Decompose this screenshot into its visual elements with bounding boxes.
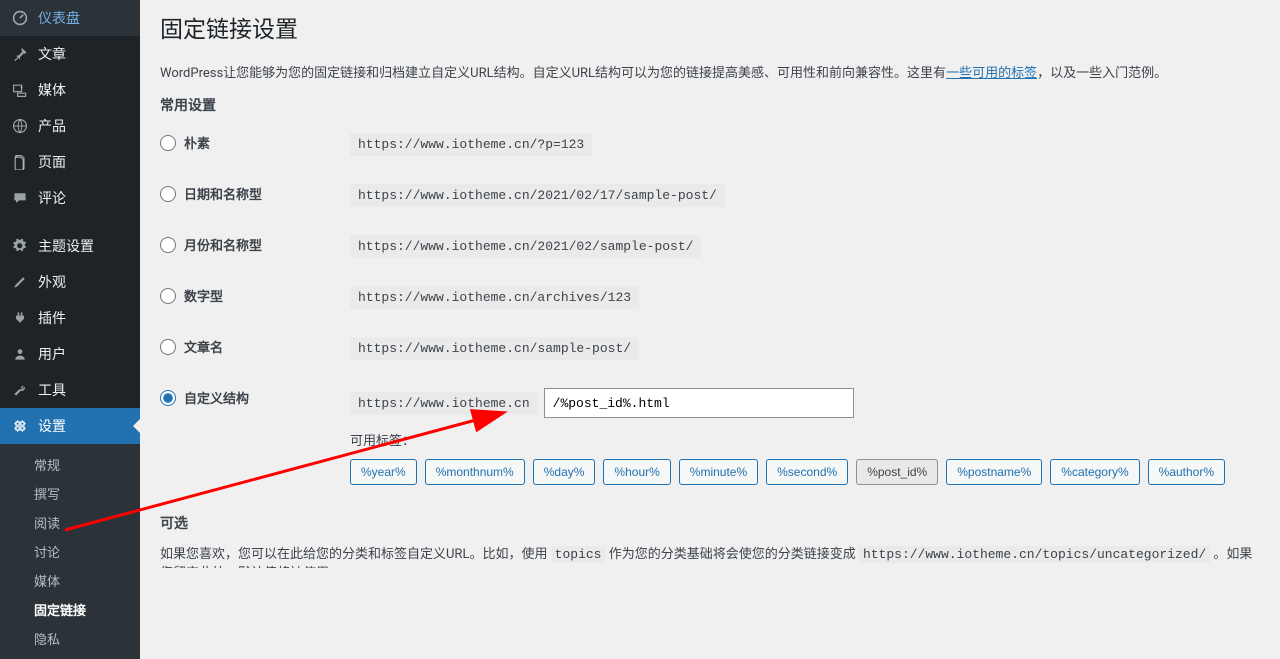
brush-icon [10, 272, 30, 292]
menu-theme-settings[interactable]: 主题设置 [0, 228, 140, 264]
tag-buttons-row: %year% %monthnum% %day% %hour% %minute% … [350, 459, 1225, 485]
example-url: https://www.iotheme.cn/sample-post/ [350, 337, 639, 360]
menu-label: 产品 [38, 116, 66, 136]
pin-icon [10, 44, 30, 64]
tag-postid-button[interactable]: %post_id% [856, 459, 938, 485]
user-icon [10, 344, 30, 364]
menu-label: 页面 [38, 152, 66, 172]
common-settings-header: 常用设置 [160, 95, 1260, 115]
radio-postname[interactable] [160, 339, 176, 355]
menu-plugins[interactable]: 插件 [0, 300, 140, 336]
code-snippet: topics [551, 546, 606, 563]
radio-custom[interactable] [160, 390, 176, 406]
tag-day-button[interactable]: %day% [533, 459, 596, 485]
menu-appearance[interactable]: 外观 [0, 264, 140, 300]
option-monthname-row: 月份和名称型 https://www.iotheme.cn/2021/02/sa… [160, 235, 1260, 258]
desc-text: WordPress让您能够为您的固定链接和归档建立自定义URL结构。自定义URL… [160, 66, 946, 81]
menu-label: 仪表盘 [38, 8, 80, 28]
page-title: 固定链接设置 [160, 0, 1260, 54]
option-label: 日期和名称型 [184, 184, 262, 203]
submenu-writing[interactable]: 撰写 [0, 479, 140, 508]
media-icon [10, 80, 30, 100]
option-plain-row: 朴素 https://www.iotheme.cn/?p=123 [160, 133, 1260, 156]
comment-icon [10, 188, 30, 208]
menu-media[interactable]: 媒体 [0, 72, 140, 108]
menu-pages[interactable]: 页面 [0, 144, 140, 180]
menu-label: 文章 [38, 44, 66, 64]
option-dayname-row: 日期和名称型 https://www.iotheme.cn/2021/02/17… [160, 184, 1260, 207]
settings-icon [10, 416, 30, 436]
page-icon [10, 152, 30, 172]
submenu-reading[interactable]: 阅读 [0, 508, 140, 537]
tag-postname-button[interactable]: %postname% [946, 459, 1042, 485]
menu-label: 工具 [38, 380, 66, 400]
tag-minute-button[interactable]: %minute% [679, 459, 758, 485]
tool-icon [10, 380, 30, 400]
menu-users[interactable]: 用户 [0, 336, 140, 372]
main-content: 固定链接设置 WordPress让您能够为您的固定链接和归档建立自定义URL结构… [140, 0, 1280, 568]
submenu-media[interactable]: 媒体 [0, 566, 140, 595]
custom-structure-input[interactable] [544, 388, 854, 418]
submenu-permalinks[interactable]: 固定链接 [0, 595, 140, 624]
menu-label: 主题设置 [38, 236, 94, 256]
submenu-privacy[interactable]: 隐私 [0, 624, 140, 653]
menu-label: 插件 [38, 308, 66, 328]
example-url: https://www.iotheme.cn/?p=123 [350, 133, 592, 156]
radio-monthname[interactable] [160, 237, 176, 253]
menu-label: 评论 [38, 188, 66, 208]
option-label: 自定义结构 [184, 388, 249, 407]
submenu-general[interactable]: 常规 [0, 450, 140, 479]
example-url: https://www.iotheme.cn/2021/02/17/sample… [350, 184, 725, 207]
menu-products[interactable]: 产品 [0, 108, 140, 144]
tag-category-button[interactable]: %category% [1050, 459, 1139, 485]
plugin-icon [10, 308, 30, 328]
option-label: 朴素 [184, 133, 210, 152]
optional-description: 如果您喜欢，您可以在此给您的分类和标签自定义URL。比如，使用 topics 作… [160, 543, 1260, 568]
radio-dayname[interactable] [160, 186, 176, 202]
option-postname-row: 文章名 https://www.iotheme.cn/sample-post/ [160, 337, 1260, 360]
menu-label: 设置 [38, 416, 66, 436]
admin-sidebar: 仪表盘 文章 媒体 产品 页面 [0, 0, 140, 568]
menu-posts[interactable]: 文章 [0, 36, 140, 72]
page-description: WordPress让您能够为您的固定链接和归档建立自定义URL结构。自定义URL… [160, 62, 1260, 81]
settings-submenu: 常规 撰写 阅读 讨论 媒体 固定链接 隐私 [0, 444, 140, 659]
code-snippet: https://www.iotheme.cn/topics/uncategori… [859, 546, 1210, 563]
tag-hour-button[interactable]: %hour% [603, 459, 670, 485]
tag-author-button[interactable]: %author% [1148, 459, 1225, 485]
menu-comments[interactable]: 评论 [0, 180, 140, 216]
desc-text-suffix: ，以及一些入门范例。 [1037, 66, 1167, 81]
tag-monthnum-button[interactable]: %monthnum% [425, 459, 525, 485]
option-custom-row: 自定义结构 https://www.iotheme.cn 可用标签： %year… [160, 388, 1260, 485]
available-tags-label: 可用标签： [350, 430, 1225, 449]
gear-icon [10, 236, 30, 256]
option-label: 文章名 [184, 337, 223, 356]
tag-second-button[interactable]: %second% [766, 459, 848, 485]
menu-settings[interactable]: 设置 [0, 408, 140, 444]
submenu-discussion[interactable]: 讨论 [0, 537, 140, 566]
optional-header: 可选 [160, 513, 1260, 533]
example-url: https://www.iotheme.cn/2021/02/sample-po… [350, 235, 701, 258]
globe-icon [10, 116, 30, 136]
menu-dashboard[interactable]: 仪表盘 [0, 0, 140, 36]
option-numeric-row: 数字型 https://www.iotheme.cn/archives/123 [160, 286, 1260, 309]
example-url: https://www.iotheme.cn/archives/123 [350, 286, 639, 309]
radio-numeric[interactable] [160, 288, 176, 304]
option-label: 数字型 [184, 286, 223, 305]
menu-label: 外观 [38, 272, 66, 292]
radio-plain[interactable] [160, 135, 176, 151]
menu-label: 媒体 [38, 80, 66, 100]
available-tags-link[interactable]: 一些可用的标签 [946, 66, 1037, 81]
menu-label: 用户 [38, 344, 66, 364]
option-label: 月份和名称型 [184, 235, 262, 254]
dashboard-icon [10, 8, 30, 28]
menu-tools[interactable]: 工具 [0, 372, 140, 408]
custom-url-prefix: https://www.iotheme.cn [350, 392, 538, 415]
tag-year-button[interactable]: %year% [350, 459, 417, 485]
